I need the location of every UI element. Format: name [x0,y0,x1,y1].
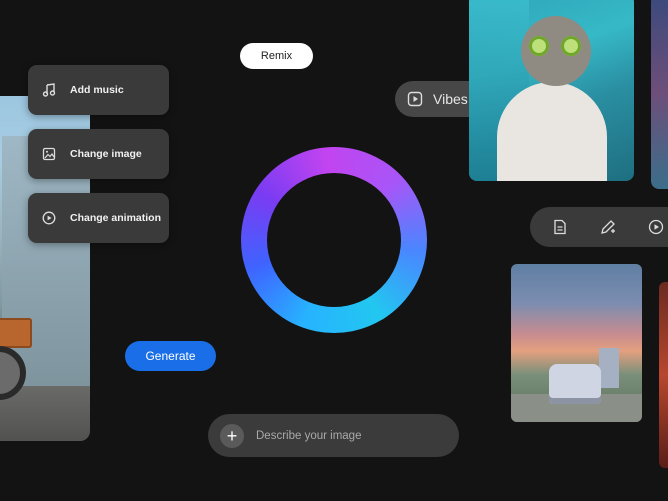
change-animation-label: Change animation [70,212,162,224]
change-image-button[interactable]: Change image [28,129,169,179]
play-square-icon [407,91,423,107]
play-circle-icon[interactable] [646,217,666,237]
prompt-bar: + [208,414,459,457]
add-music-button[interactable]: Add music [28,65,169,115]
document-icon[interactable] [550,217,570,237]
ring-center [267,173,401,307]
partial-photo-card[interactable] [651,0,668,189]
partial-photo-card[interactable] [659,282,668,468]
generate-button[interactable]: Generate [125,341,216,371]
change-image-label: Change image [70,148,142,160]
remix-button[interactable]: Remix [240,43,313,69]
vibes-label: Vibes [433,91,468,107]
cat-photo[interactable] [469,0,634,181]
remix-label: Remix [260,50,293,62]
van-illustration-photo[interactable] [511,264,642,422]
pencil-add-icon[interactable] [598,217,618,237]
change-animation-button[interactable]: Change animation [28,193,169,243]
prompt-input[interactable] [254,428,438,443]
plus-icon[interactable]: + [220,423,244,448]
music-note-icon [42,83,56,97]
play-circle-icon [42,211,56,225]
image-edit-icon [42,147,56,161]
media-toolbar [530,207,668,247]
add-music-label: Add music [70,84,124,96]
generate-label: Generate [145,349,196,363]
